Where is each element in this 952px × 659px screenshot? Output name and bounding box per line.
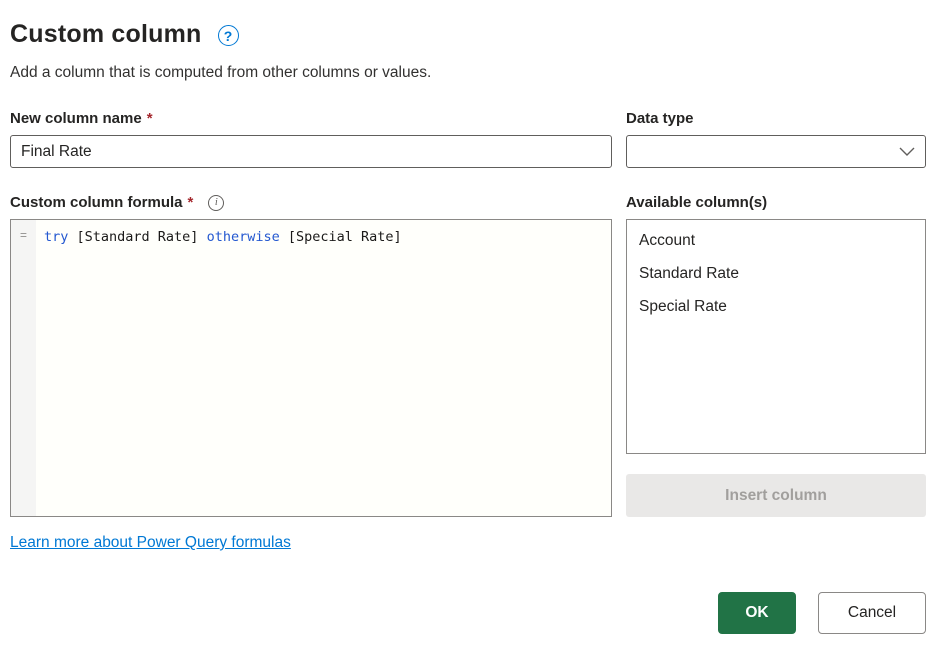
custom-column-dialog: Custom column ? Add a column that is com… <box>0 0 952 659</box>
list-item[interactable]: Special Rate <box>627 291 925 324</box>
code-token-plain: [Special Rate] <box>280 229 402 245</box>
code-token-keyword: try <box>44 229 68 245</box>
code-token-plain: [Standard Rate] <box>68 229 206 245</box>
available-columns-label: Available column(s) <box>626 194 767 211</box>
chevron-down-icon <box>899 147 915 156</box>
available-columns-label-row: Available column(s) <box>626 193 926 212</box>
page-title: Custom column <box>10 20 202 49</box>
left-column: New column name * Custom column formula … <box>10 109 612 552</box>
data-type-label: Data type <box>626 110 694 127</box>
ok-button[interactable]: OK <box>718 592 796 634</box>
formula-code-line: try [Standard Rate] otherwise [Special R… <box>44 227 603 247</box>
formula-editor[interactable]: = try [Standard Rate] otherwise [Special… <box>10 219 612 517</box>
required-asterisk: * <box>147 110 153 127</box>
new-column-name-label: New column name <box>10 110 142 127</box>
dialog-subtitle: Add a column that is computed from other… <box>10 64 926 82</box>
formula-code-area[interactable]: try [Standard Rate] otherwise [Special R… <box>36 220 611 516</box>
right-column: Data type Available column(s) AccountSta… <box>626 109 926 552</box>
equals-symbol: = <box>20 229 27 243</box>
footer-buttons: OK Cancel <box>718 592 926 634</box>
available-columns-list[interactable]: AccountStandard RateSpecial Rate <box>626 219 926 454</box>
help-icon[interactable]: ? <box>218 25 239 46</box>
list-item[interactable]: Standard Rate <box>627 258 925 291</box>
code-token-keyword: otherwise <box>207 229 280 245</box>
learn-more-link[interactable]: Learn more about Power Query formulas <box>10 534 291 552</box>
list-item[interactable]: Account <box>627 225 925 258</box>
insert-column-button[interactable]: Insert column <box>626 474 926 517</box>
title-row: Custom column ? <box>10 20 926 49</box>
data-type-dropdown[interactable] <box>626 135 926 168</box>
dialog-body: New column name * Custom column formula … <box>10 109 926 552</box>
info-icon[interactable]: i <box>208 195 224 211</box>
required-asterisk: * <box>188 194 194 211</box>
cancel-button[interactable]: Cancel <box>818 592 926 634</box>
formula-label: Custom column formula <box>10 194 183 211</box>
data-type-label-row: Data type <box>626 109 926 128</box>
formula-gutter: = <box>11 220 36 516</box>
new-column-name-input[interactable] <box>10 135 612 168</box>
new-column-name-label-row: New column name * <box>10 109 612 128</box>
formula-label-row: Custom column formula * i <box>10 193 612 212</box>
